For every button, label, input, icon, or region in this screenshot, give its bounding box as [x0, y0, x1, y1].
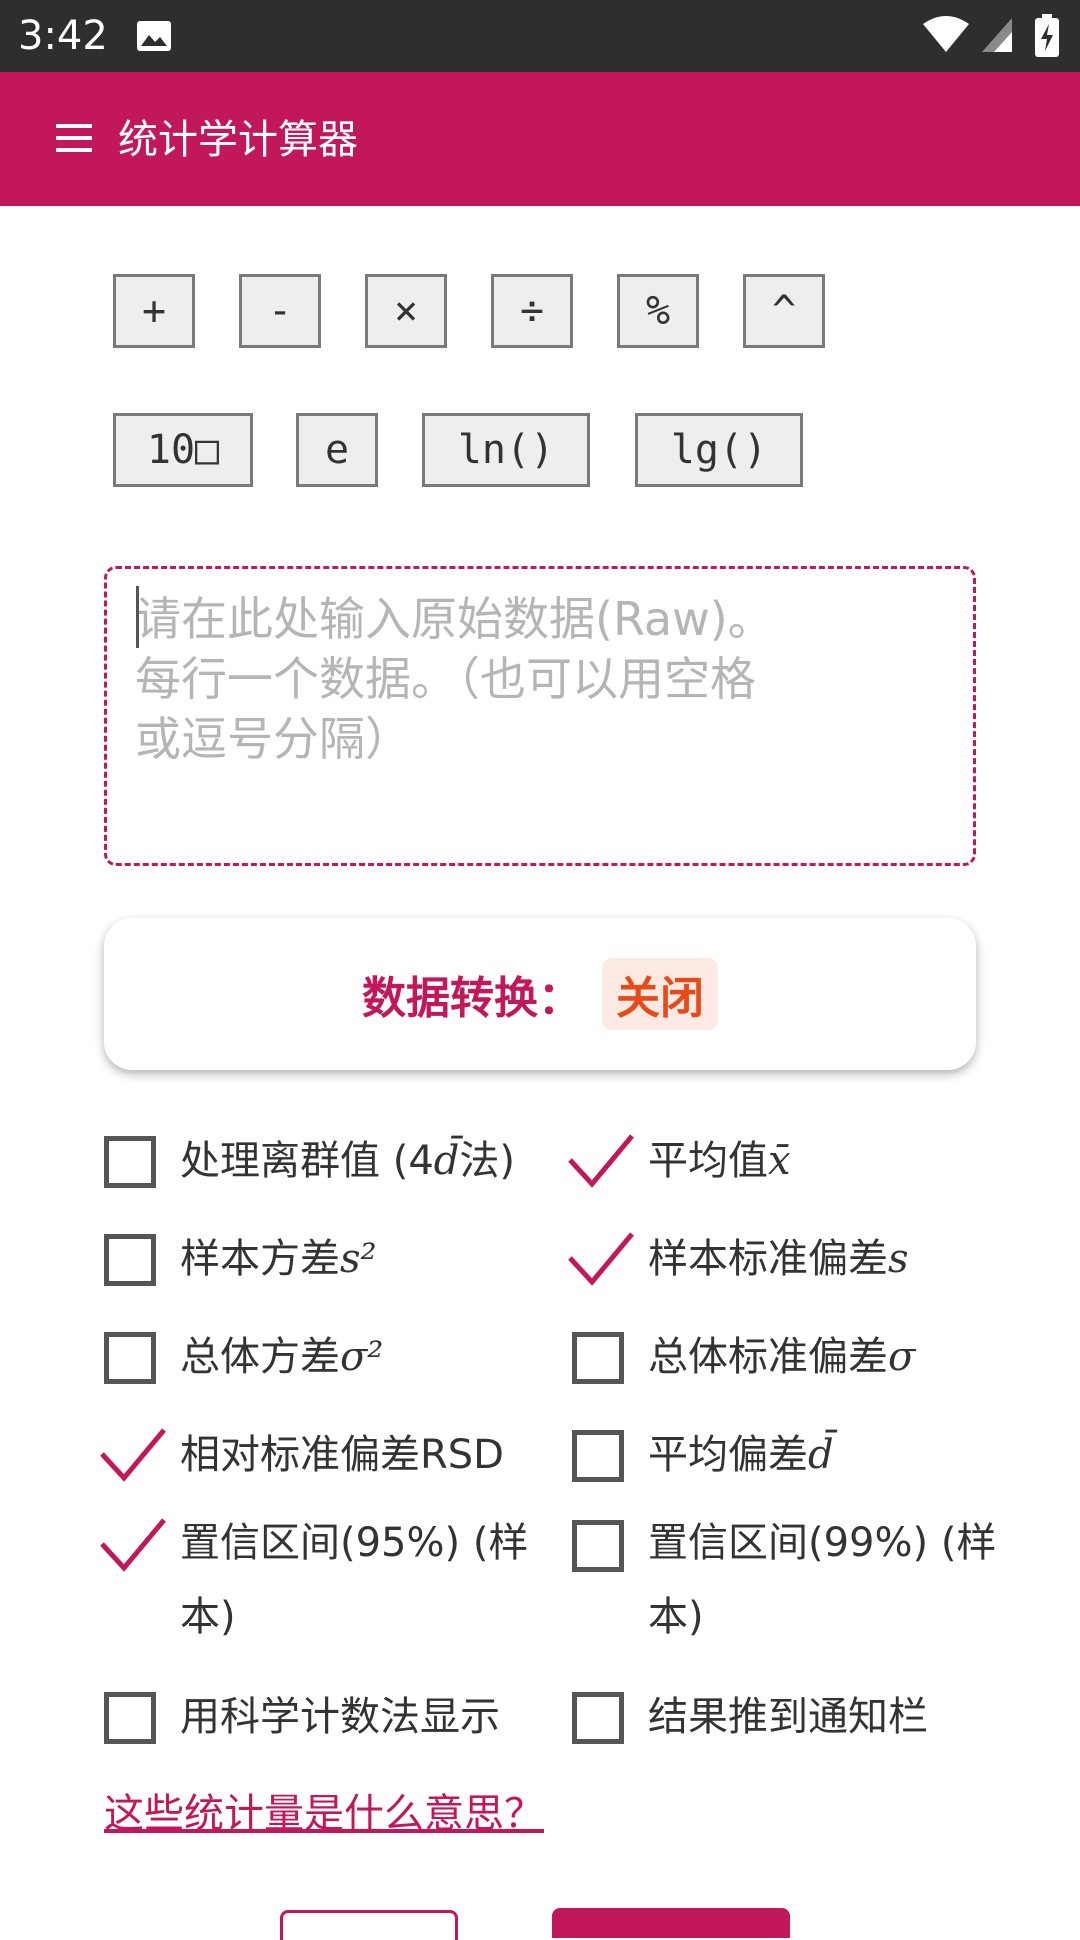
mean-label: 平均值x̄: [648, 1138, 791, 1184]
battery-icon: [1035, 14, 1059, 57]
ln-key[interactable]: ln(): [422, 413, 590, 487]
outlier-label: 处理离群值 (4d̄法): [180, 1138, 515, 1184]
e-key[interactable]: e: [296, 413, 378, 487]
population-sd-checkbox[interactable]: [572, 1332, 624, 1384]
app-bar: 统计学计算器: [0, 72, 1080, 206]
calculate-button[interactable]: [552, 1908, 790, 1938]
sample-variance-checkbox[interactable]: [104, 1234, 156, 1286]
text-caret: [136, 586, 139, 648]
conversion-label: 数据转换：: [362, 973, 582, 1024]
rsd-check-icon[interactable]: [98, 1424, 168, 1484]
push-notification-checkbox[interactable]: [572, 1692, 624, 1744]
status-bar: 3:42: [0, 0, 1080, 72]
multiply-key[interactable]: ×: [365, 274, 447, 348]
plus-key[interactable]: +: [113, 274, 195, 348]
ci95-check-icon[interactable]: [98, 1514, 168, 1574]
menu-icon[interactable]: [56, 122, 92, 154]
population-variance-checkbox[interactable]: [104, 1332, 156, 1384]
lg-key[interactable]: lg(): [635, 413, 803, 487]
divide-key[interactable]: ÷: [491, 274, 573, 348]
raw-data-input[interactable]: 请在此处输入原始数据(Raw)。 每行一个数据。（也可以用空格 或逗号分隔）: [104, 566, 976, 866]
clear-button[interactable]: [280, 1910, 458, 1940]
scientific-notation-label: 用科学计数法显示: [180, 1694, 500, 1740]
rsd-label: 相对标准偏差RSD: [180, 1432, 504, 1478]
population-variance-label: 总体方差σ²: [180, 1334, 384, 1380]
outlier-checkbox[interactable]: [104, 1136, 156, 1188]
population-sd-label: 总体标准偏差σ: [648, 1334, 916, 1380]
sample-sd-check-icon[interactable]: [566, 1228, 636, 1288]
sample-sd-label: 样本标准偏差s: [648, 1236, 909, 1282]
push-notification-label: 结果推到通知栏: [648, 1694, 928, 1740]
ten-power-key[interactable]: 10□: [113, 413, 253, 487]
ci95-label: 置信区间(95%) (样本): [180, 1520, 529, 1640]
ci99-checkbox[interactable]: [572, 1520, 624, 1572]
sample-variance-label: 样本方差s²: [180, 1236, 377, 1282]
signal-icon: [982, 18, 1012, 52]
image-icon: [137, 21, 171, 51]
wifi-icon: [923, 16, 969, 52]
ci99-label: 置信区间(99%) (样本): [648, 1520, 997, 1640]
mean-deviation-label: 平均偏差d̄: [648, 1432, 834, 1478]
power-key[interactable]: ^: [743, 274, 825, 348]
stats-help-link[interactable]: 这些统计量是什么意思？: [104, 1784, 544, 1844]
conversion-state-badge: 关闭: [602, 958, 718, 1030]
mean-check-icon[interactable]: [566, 1130, 636, 1190]
app-title: 统计学计算器: [118, 117, 358, 163]
data-conversion-toggle[interactable]: 数据转换： 关闭: [104, 918, 976, 1070]
minus-key[interactable]: -: [239, 274, 321, 348]
scientific-notation-checkbox[interactable]: [104, 1692, 156, 1744]
status-time: 3:42: [18, 13, 108, 59]
mean-deviation-checkbox[interactable]: [572, 1430, 624, 1482]
percent-key[interactable]: %: [617, 274, 699, 348]
